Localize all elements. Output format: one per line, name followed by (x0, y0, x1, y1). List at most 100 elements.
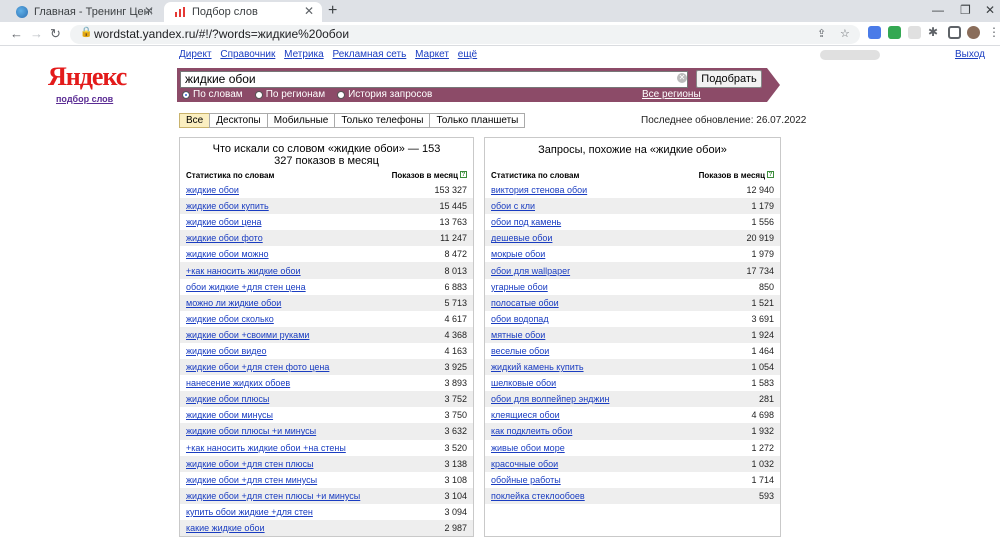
query-link[interactable]: обои с кли (491, 201, 535, 211)
table-row: живые обои море 1 272 (485, 440, 780, 456)
logout-link[interactable]: Выход (955, 49, 985, 60)
query-link[interactable]: обои для волпейпер энджин (491, 394, 609, 404)
all-regions-link[interactable]: Все регионы (642, 89, 701, 100)
impressions-count: 5 713 (444, 297, 467, 308)
back-icon[interactable]: ← (10, 26, 23, 41)
impressions-count: 1 924 (751, 329, 774, 340)
share-icon[interactable]: ⇪ (817, 27, 826, 40)
query-link[interactable]: жидкие обои +для стен фото цена (186, 362, 329, 372)
query-link[interactable]: жидкие обои видео (186, 346, 267, 356)
query-link[interactable]: жидкие обои минусы (186, 410, 273, 420)
address-bar[interactable]: 🔒 wordstat.yandex.ru/#!/?words=жидкие%20… (70, 25, 860, 44)
query-link[interactable]: жидкие обои сколько (186, 314, 274, 324)
query-link[interactable]: нанесение жидких обоев (186, 378, 290, 388)
query-link[interactable]: виктория стенова обои (491, 185, 587, 195)
mode-history[interactable]: История запросов (337, 89, 432, 100)
bookmark-star-icon[interactable]: ☆ (840, 27, 850, 40)
query-link[interactable]: красочные обои (491, 459, 558, 469)
query-link[interactable]: жидкие обои (186, 185, 239, 195)
close-tab-icon[interactable]: ✕ (304, 4, 314, 18)
side-panel-icon[interactable] (948, 26, 961, 39)
query-link[interactable]: шелковые обои (491, 378, 556, 388)
menu-kebab-icon[interactable]: ⋮ (988, 26, 1000, 39)
clear-search-icon[interactable]: ✕ (677, 73, 687, 83)
query-link[interactable]: жидкие обои +для стен плюсы +и минусы (186, 491, 360, 501)
translate-icon[interactable] (868, 26, 881, 39)
query-link[interactable]: как подклеить обои (491, 426, 572, 436)
impressions-count: 1 054 (751, 362, 774, 373)
query-link[interactable]: мокрые обои (491, 249, 545, 259)
new-tab-button[interactable]: + (328, 2, 337, 20)
table-row: поклейка стеклообоев 593 (485, 487, 780, 504)
search-panel: жидкие обои ✕ Подобрать По словам По рег… (177, 68, 780, 102)
mode-by-words[interactable]: По словам (182, 89, 243, 100)
query-link[interactable]: жидкие обои плюсы +и минусы (186, 426, 316, 436)
query-link[interactable]: мятные обои (491, 330, 545, 340)
impressions-count: 3 632 (444, 426, 467, 437)
query-link[interactable]: жидкие обои цена (186, 217, 262, 227)
extensions-puzzle-icon[interactable]: ✱ (928, 26, 941, 39)
search-input[interactable]: жидкие обои (180, 71, 688, 88)
query-link[interactable]: обои для wallpaper (491, 266, 570, 276)
query-link[interactable]: обои жидкие +для стен цена (186, 282, 306, 292)
mode-by-regions[interactable]: По регионам (254, 89, 325, 100)
logo-subtitle-link[interactable]: подбор слов (56, 94, 113, 104)
query-link[interactable]: живые обои море (491, 443, 565, 453)
vpn-extension-icon[interactable] (908, 26, 921, 39)
query-link[interactable]: поклейка стеклообоев (491, 491, 585, 501)
query-link[interactable]: +как наносить жидкие обои (186, 266, 301, 276)
device-tab-mobile[interactable]: Мобильные (266, 113, 336, 128)
search-submit-button[interactable]: Подобрать (696, 70, 762, 88)
help-icon[interactable]: ? (460, 171, 467, 178)
query-link[interactable]: какие жидкие обои (186, 523, 265, 533)
query-link[interactable]: полосатые обои (491, 298, 559, 308)
query-link[interactable]: можно ли жидкие обои (186, 298, 281, 308)
impressions-count: 2 987 (444, 523, 467, 534)
query-link[interactable]: жидкие обои можно (186, 249, 269, 259)
tab-training-center[interactable]: Главная - Тренинг Центр "Инте ✕ (6, 2, 162, 22)
query-link[interactable]: веселые обои (491, 346, 549, 356)
query-link[interactable]: купить обои жидкие +для стен (186, 507, 313, 517)
query-link[interactable]: обои под камень (491, 217, 561, 227)
shield-extension-icon[interactable] (888, 26, 901, 39)
impressions-count: 3 752 (444, 394, 467, 405)
service-link-direct[interactable]: Директ (179, 49, 212, 60)
query-link[interactable]: жидкие обои плюсы (186, 394, 269, 404)
device-tab-all[interactable]: Все (179, 113, 211, 128)
close-tab-icon[interactable]: ✕ (144, 4, 154, 18)
device-tab-phones[interactable]: Только телефоны (334, 113, 431, 128)
query-link[interactable]: +как наносить жидкие обои +на стены (186, 443, 346, 453)
query-link[interactable]: жидкие обои +для стен минусы (186, 475, 317, 485)
service-link-spravochnik[interactable]: Справочник (220, 49, 275, 60)
service-link-ad-network[interactable]: Рекламная сеть (332, 49, 406, 60)
device-tab-tablets[interactable]: Только планшеты (429, 113, 526, 128)
query-link[interactable]: жидкие обои +своими руками (186, 330, 309, 340)
query-link[interactable]: обои водопад (491, 314, 549, 324)
query-link[interactable]: угарные обои (491, 282, 548, 292)
restore-icon[interactable]: ❐ (960, 3, 971, 17)
radio-icon (337, 90, 346, 99)
reload-icon[interactable]: ↻ (50, 26, 61, 42)
query-link[interactable]: клеящиеся обои (491, 410, 560, 420)
query-link[interactable]: жидкие обои +для стен плюсы (186, 459, 313, 469)
query-link[interactable]: жидкие обои купить (186, 201, 269, 211)
service-link-market[interactable]: Маркет (415, 49, 449, 60)
help-icon[interactable]: ? (767, 171, 774, 178)
close-window-icon[interactable]: ✕ (985, 3, 995, 17)
service-link-more[interactable]: ещё (458, 49, 477, 60)
table-row: мятные обои 1 924 (485, 326, 780, 343)
avatar[interactable] (967, 26, 980, 39)
service-link-metrika[interactable]: Метрика (284, 49, 324, 60)
table-row: клеящиеся обои 4 698 (485, 407, 780, 423)
minimize-icon[interactable]: — (932, 3, 944, 17)
query-link[interactable]: дешевые обои (491, 233, 552, 243)
tab-wordstat[interactable]: Подбор слов ✕ (164, 2, 322, 22)
last-update-text: Последнее обновление: 26.07.2022 (641, 115, 807, 126)
query-link[interactable]: жидкий камень купить (491, 362, 584, 372)
impressions-count: 1 521 (751, 297, 774, 308)
yandex-logo[interactable]: Яндекс (48, 62, 127, 92)
forward-icon[interactable]: → (30, 26, 43, 41)
query-link[interactable]: жидкие обои фото (186, 233, 263, 243)
device-tab-desktop[interactable]: Десктопы (209, 113, 268, 128)
query-link[interactable]: обойные работы (491, 475, 561, 485)
